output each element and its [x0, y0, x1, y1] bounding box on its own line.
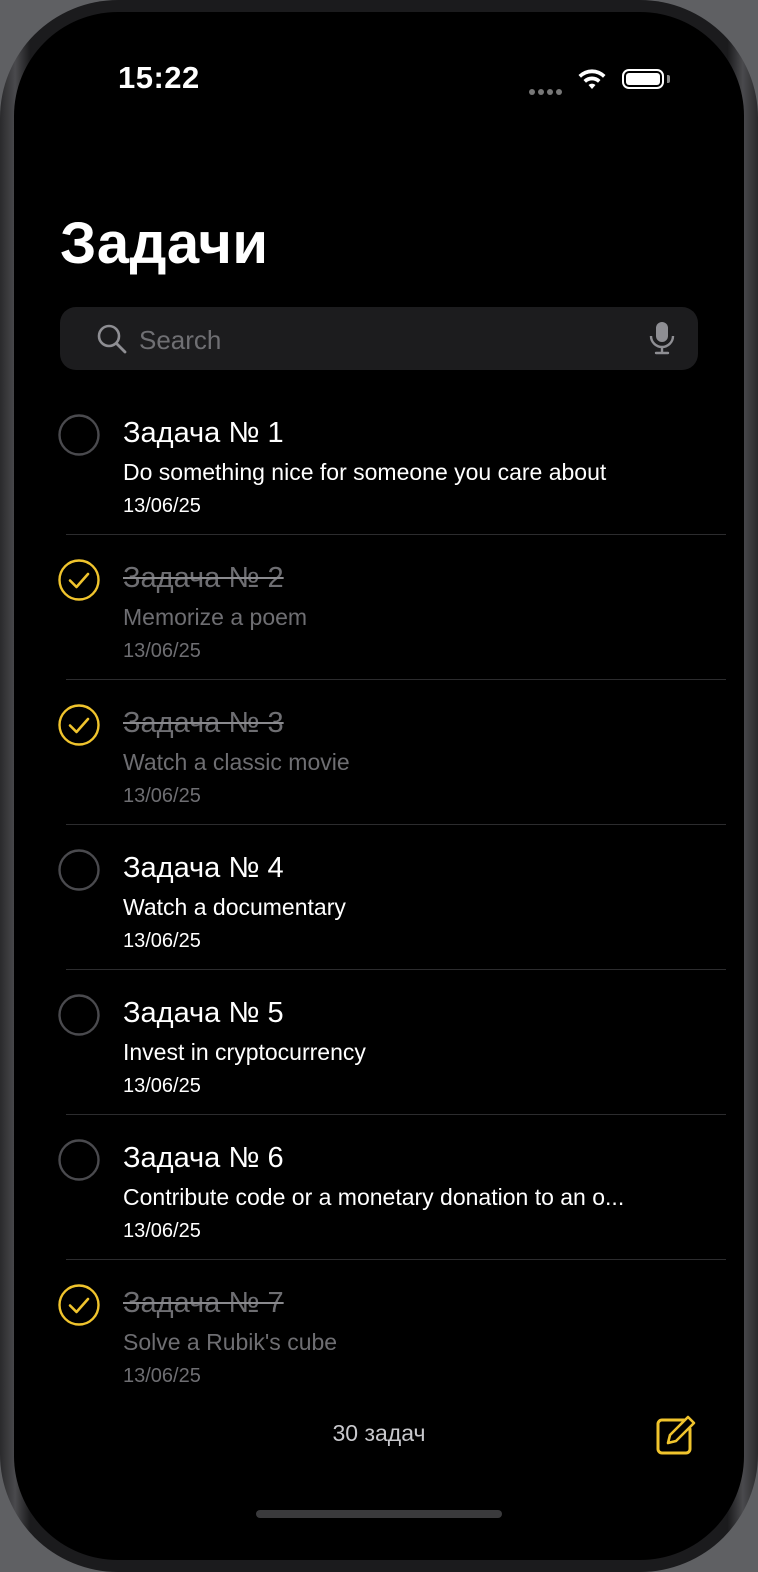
task-date: 13/06/25: [123, 785, 201, 807]
task-date: 13/06/25: [123, 1075, 201, 1097]
battery-icon: [622, 69, 664, 89]
task-title: Задача № 3: [123, 707, 284, 739]
checkmark-icon[interactable]: [58, 704, 100, 746]
task-title: Задача № 5: [123, 997, 284, 1029]
task-description: Do something nice for someone you care a…: [123, 459, 607, 485]
checkbox-empty-icon[interactable]: [58, 994, 100, 1036]
task-row[interactable]: Задача № 5 Invest in cryptocurrency 13/06/…: [14, 970, 744, 1115]
task-date: 13/06/25: [123, 930, 201, 952]
checkmark-icon[interactable]: [58, 559, 100, 601]
checkbox-empty-icon[interactable]: [58, 1139, 100, 1181]
wifi-icon: [576, 67, 608, 96]
search-input[interactable]: [137, 319, 621, 361]
task-date: 13/06/25: [123, 1220, 201, 1242]
task-row[interactable]: Задача № 6 Contribute code or a monetary …: [14, 1115, 744, 1260]
checkmark-icon[interactable]: [58, 1284, 100, 1326]
task-date: 13/06/25: [123, 1365, 201, 1387]
task-description: Memorize a poem: [123, 604, 308, 630]
task-description: Invest in cryptocurrency: [123, 1039, 366, 1065]
task-title: Задача № 7: [123, 1287, 284, 1319]
search-icon: [96, 323, 128, 360]
task-row[interactable]: Задача № 3 Watch a classic movie 13/06/25: [14, 680, 744, 825]
task-title: Задача № 1: [123, 417, 284, 449]
task-title: Задача № 4: [123, 852, 284, 884]
battery-tip: [667, 75, 670, 83]
task-date: 13/06/25: [123, 495, 201, 517]
task-row[interactable]: Задача № 4 Watch a documentary 13/06/25: [14, 825, 744, 970]
task-row[interactable]: Задача № 1 Do something nice for someone …: [14, 390, 744, 535]
task-row[interactable]: Задача № 7 Solve a Rubik's cube 13/06/25: [14, 1260, 744, 1405]
task-title: Задача № 6: [123, 1142, 284, 1174]
phone-frame: 15:22 Задачи Search Задача № 1 Do someth…: [0, 0, 758, 1572]
screen: 15:22 Задачи Search Задача № 1 Do someth…: [14, 12, 744, 1560]
checkbox-empty-icon[interactable]: [58, 849, 100, 891]
task-description: Contribute code or a monetary donation t…: [123, 1184, 625, 1210]
search-bar[interactable]: [60, 307, 698, 370]
task-description: Watch a documentary: [123, 894, 346, 920]
mic-icon[interactable]: [647, 320, 677, 361]
task-description: Watch a classic movie: [123, 749, 350, 775]
cellular-signal-icon: [529, 82, 565, 100]
status-time: 15:22: [118, 60, 200, 95]
task-date: 13/06/25: [123, 640, 201, 662]
task-title: Задача № 2: [123, 562, 284, 594]
task-row[interactable]: Задача № 2 Memorize a poem 13/06/25: [14, 535, 744, 680]
home-indicator: [256, 1510, 502, 1518]
page-title: Задачи: [60, 211, 269, 276]
task-count: 30 задач: [332, 1420, 426, 1446]
checkbox-empty-icon[interactable]: [58, 414, 100, 456]
task-description: Solve a Rubik's cube: [123, 1329, 338, 1355]
compose-icon[interactable]: [654, 1415, 696, 1462]
